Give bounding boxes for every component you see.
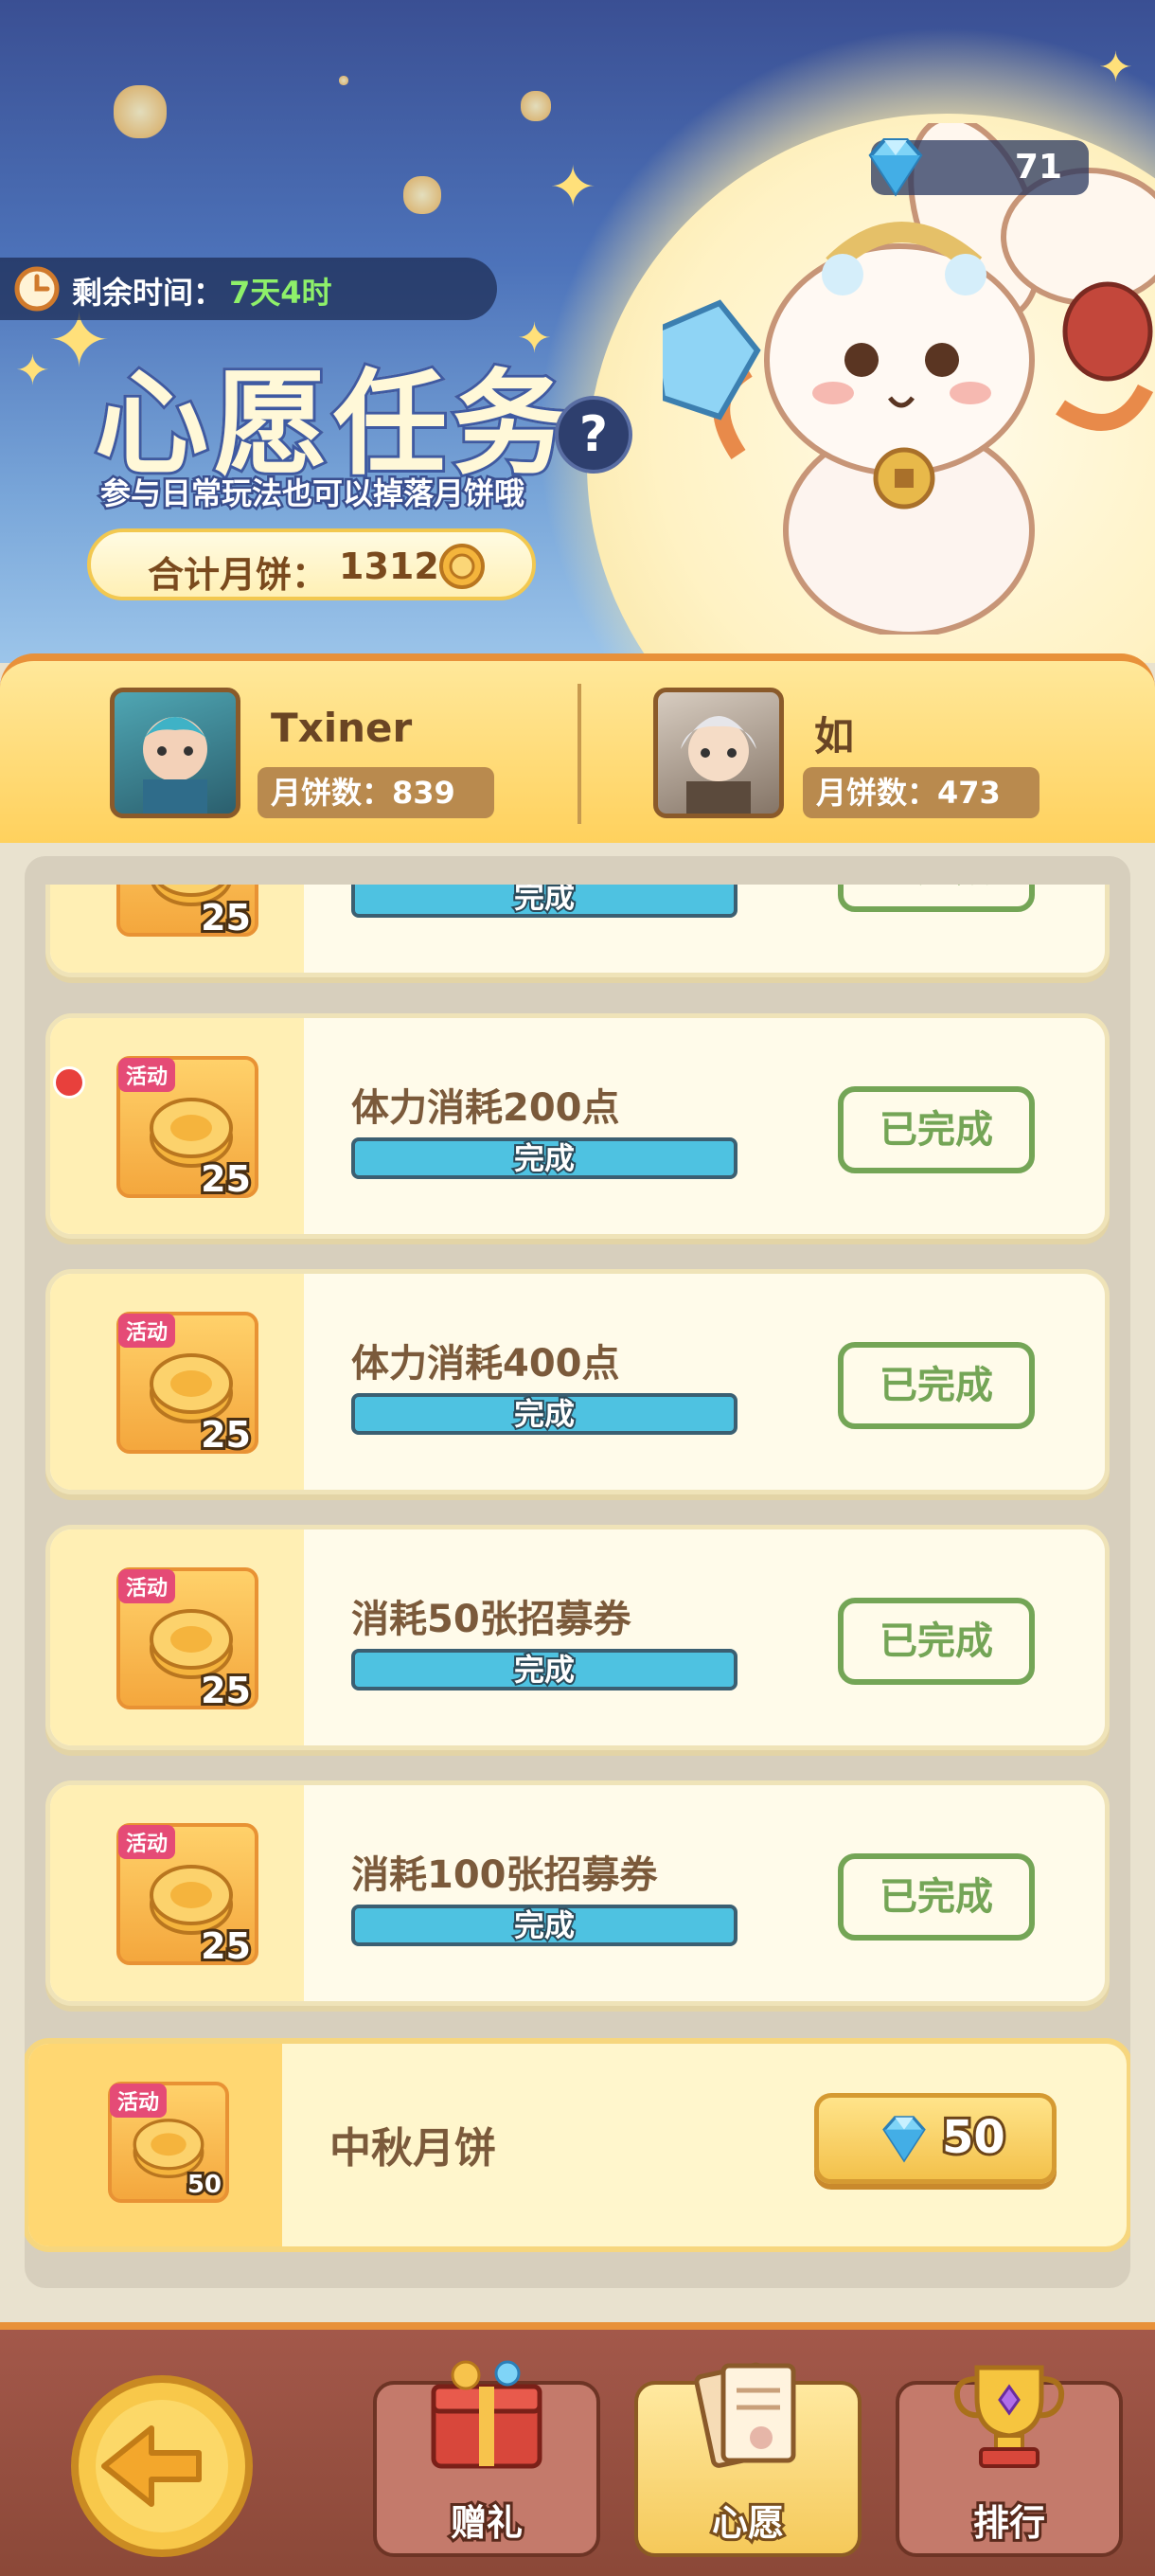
- diamond-icon: [882, 2116, 926, 2163]
- bottom-nav: 赠礼 心愿 排行: [0, 2322, 1155, 2576]
- reward-icon: 活动 25: [116, 1056, 258, 1203]
- reward-quantity: 25: [198, 1155, 254, 1203]
- reward-quantity: 25: [198, 1411, 254, 1458]
- lantern: [521, 91, 551, 121]
- hero-portrait-icon: [139, 717, 211, 814]
- task-name: 体力消耗200点: [351, 1086, 620, 1130]
- trophy-icon: [954, 2365, 1064, 2468]
- total-label: 合计月饼：: [148, 554, 329, 596]
- tab-label: 赠礼: [448, 2499, 525, 2547]
- tab-gift[interactable]: 赠礼: [373, 2360, 600, 2557]
- completed-button[interactable]: 已完成: [838, 1086, 1035, 1173]
- task-name: 体力消耗400点: [351, 1342, 620, 1386]
- reward-quantity: 25: [198, 894, 254, 941]
- back-arrow-icon[interactable]: [57, 2371, 267, 2561]
- mooncake-coin-icon: [439, 544, 485, 589]
- completed-button[interactable]: 已完成: [838, 885, 1035, 912]
- event-badge: 活动: [118, 1314, 176, 1348]
- offer-name: 中秋月饼: [329, 2124, 496, 2173]
- wish-scroll-icon: [694, 2362, 796, 2468]
- lantern: [114, 85, 167, 138]
- remaining-time: 剩余时间： 7天4时: [0, 258, 497, 320]
- tab-ranking[interactable]: 排行: [896, 2365, 1123, 2557]
- lantern: [339, 76, 348, 85]
- tab-label: 心愿: [709, 2499, 787, 2547]
- star-icon: ✦: [1098, 44, 1133, 92]
- total-mooncakes: 合计月饼： 1312: [87, 528, 536, 600]
- event-banner: ✦ ✦ ✦ ✦ ✦ 71 剩余时间：: [0, 0, 1155, 663]
- avatar[interactable]: [653, 688, 784, 818]
- buy-button[interactable]: 50: [814, 2093, 1057, 2184]
- reward-icon: 活动 25: [116, 1312, 258, 1458]
- reward-quantity: 25: [198, 1923, 254, 1970]
- avatar[interactable]: [110, 688, 240, 818]
- reward-icon: 活动 25: [116, 1823, 258, 1970]
- progress-bar: 完成: [351, 885, 737, 918]
- price: 50: [939, 2108, 1008, 2167]
- task-card: 25 完成 已完成: [45, 885, 1110, 977]
- reward-quantity: 50: [185, 2168, 224, 2202]
- lantern: [403, 176, 441, 214]
- progress-bar: 完成: [351, 1393, 737, 1435]
- gem-counter[interactable]: 71: [868, 138, 1089, 197]
- event-badge: 活动: [118, 1058, 176, 1092]
- notification-dot: [53, 1066, 85, 1099]
- reward-icon: 25: [116, 885, 258, 941]
- completed-button[interactable]: 已完成: [838, 1853, 1035, 1941]
- star-icon: ✦: [549, 154, 597, 221]
- banner-subtitle: 参与日常玩法也可以掉落月饼哦: [98, 474, 526, 514]
- task-card: 活动 25 体力消耗200点 完成 已完成: [45, 1013, 1110, 1239]
- hero-portrait-icon: [681, 716, 756, 814]
- progress-bar: 完成: [351, 1137, 737, 1179]
- timer-label: 剩余时间：: [72, 275, 224, 311]
- total-value: 1312: [339, 546, 439, 587]
- gem-count: 71: [1014, 148, 1062, 187]
- reward-icon: 活动 50: [108, 2082, 229, 2203]
- reward-quantity: 25: [198, 1667, 254, 1714]
- player-mooncake-count: 月饼数：473: [803, 767, 1040, 818]
- player-mooncake-count: 月饼数：839: [258, 767, 494, 818]
- task-name: 消耗100张招募券: [351, 1853, 658, 1897]
- progress-bar: 完成: [351, 1649, 737, 1690]
- progress-bar: 完成: [351, 1905, 737, 1946]
- timer-value: 7天4时: [229, 275, 332, 311]
- star-icon: ✦: [15, 347, 50, 395]
- divider: [578, 684, 581, 824]
- event-badge: 活动: [118, 1825, 176, 1859]
- clock-icon: [14, 266, 60, 312]
- reward-icon: 活动 25: [116, 1567, 258, 1714]
- help-button[interactable]: ?: [555, 396, 632, 474]
- special-offer-card: 活动 50 中秋月饼 50: [25, 2038, 1130, 2252]
- players-bar: Txiner 月饼数：839 如初 月饼数：473: [0, 653, 1155, 843]
- player-name: Txiner: [271, 705, 413, 751]
- task-card: 活动 25 消耗100张招募券 完成 已完成: [45, 1780, 1110, 2006]
- diamond-icon: [868, 138, 923, 197]
- tab-label: 排行: [970, 2499, 1048, 2547]
- completed-button[interactable]: 已完成: [838, 1598, 1035, 1685]
- task-card: 活动 25 消耗50张招募券 完成 已完成: [45, 1525, 1110, 1750]
- task-list[interactable]: 25 完成 已完成 活动 25 体力消耗200点 完成 已完成: [25, 856, 1130, 2288]
- completed-button[interactable]: 已完成: [838, 1342, 1035, 1429]
- event-badge: 活动: [118, 1569, 176, 1603]
- task-card: 活动 25 体力消耗400点 完成 已完成: [45, 1269, 1110, 1494]
- task-name: 消耗50张招募券: [351, 1598, 631, 1641]
- tab-wish[interactable]: 心愿: [634, 2362, 862, 2557]
- gift-chest-icon: [431, 2360, 542, 2469]
